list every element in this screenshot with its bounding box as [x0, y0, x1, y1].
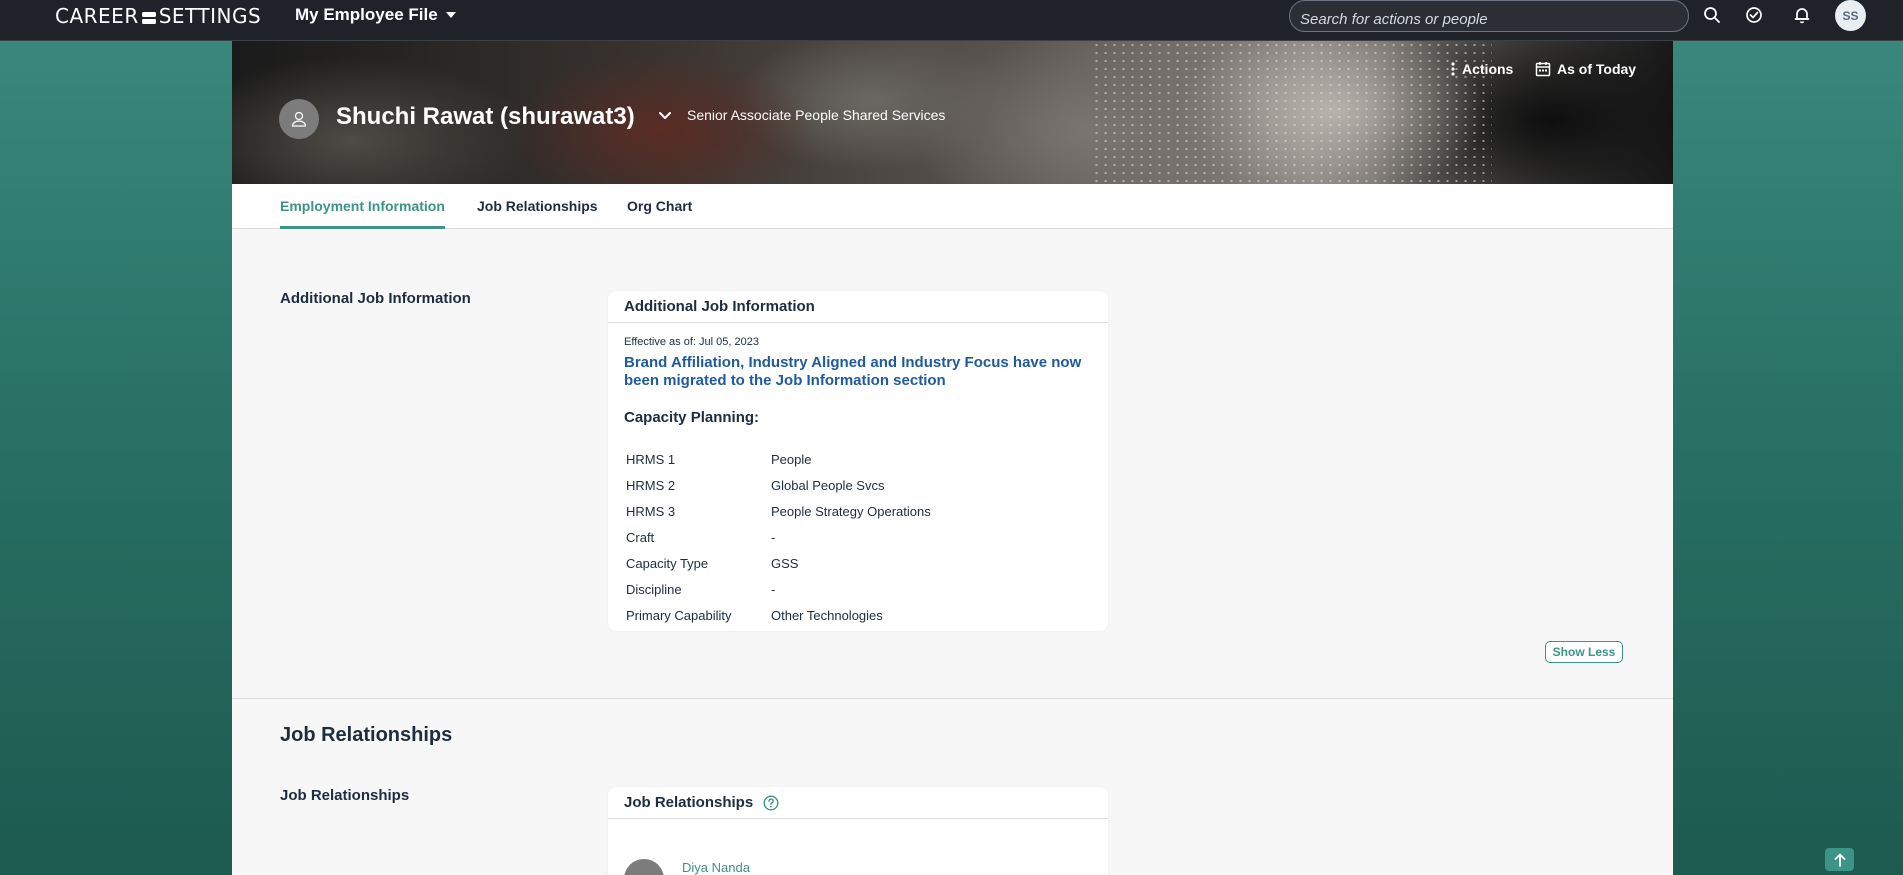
chevron-down-icon[interactable] [658, 111, 672, 121]
effective-date: Effective as of: Jul 05, 2023 [624, 336, 759, 348]
additional-job-info-section-label: Additional Job Information [280, 290, 471, 307]
brand-logo[interactable]: CAREER SETTINGS [55, 4, 261, 28]
field-value: People [771, 451, 812, 467]
card-header: Additional Job Information [608, 291, 1108, 323]
section-tabbar: Employment Information Job Relationships… [232, 184, 1673, 229]
table-row: HRMS 2 Global People Svcs [624, 472, 931, 498]
table-row: Discipline - [624, 576, 931, 602]
tab-employment-information[interactable]: Employment Information [280, 184, 445, 229]
field-label: Primary Capability [626, 607, 732, 623]
card-header: Job Relationships [608, 787, 1108, 819]
additional-job-info-card: Additional Job Information Effective as … [608, 291, 1108, 631]
capacity-planning-title: Capacity Planning: [624, 409, 760, 426]
field-value: - [771, 581, 776, 597]
field-label: HRMS 1 [626, 451, 676, 467]
employee-file-page: Actions As of Today Shuchi Rawat (shuraw… [232, 41, 1673, 875]
person-job-title: Senior Associate People Shared Services [687, 107, 946, 123]
help-icon[interactable] [763, 795, 779, 811]
as-of-today-button[interactable]: As of Today [1535, 61, 1636, 77]
job-relationships-section-label: Job Relationships [280, 787, 410, 804]
field-value: People Strategy Operations [771, 503, 931, 519]
brand-right-text: SETTINGS [158, 4, 262, 28]
tab-org-chart[interactable]: Org Chart [627, 184, 692, 229]
table-row: Craft - [624, 524, 931, 550]
capacity-planning-table: HRMS 1 People HRMS 2 Global People Svcs HR… [624, 446, 931, 628]
field-value: Other Technologies [771, 607, 883, 623]
bell-icon[interactable] [1792, 5, 1812, 25]
field-label: HRMS 3 [626, 503, 676, 519]
task-check-icon[interactable] [1744, 5, 1764, 25]
scroll-to-top-button[interactable] [1825, 848, 1854, 871]
table-row: HRMS 3 People Strategy Operations [624, 498, 931, 524]
job-relationships-heading: Job Relationships [280, 724, 453, 746]
as-of-label: As of Today [1557, 61, 1637, 77]
brand-left-text: CAREER [55, 4, 139, 28]
tab-job-relationships[interactable]: Job Relationships [477, 184, 598, 229]
card-title: Job Relationships [624, 794, 754, 811]
banner-texture [1092, 41, 1492, 184]
search-icon[interactable] [1702, 5, 1722, 25]
actions-label: Actions [1462, 61, 1514, 77]
field-label: Discipline [626, 581, 682, 597]
table-row: Primary Capability Other Technologies [624, 602, 931, 628]
more-vertical-icon [1451, 62, 1455, 76]
avatar [624, 859, 664, 875]
shell-bar: CAREER SETTINGS My Employee File SS [0, 0, 1903, 41]
show-less-button[interactable]: Show Less [1545, 641, 1623, 663]
section-divider [232, 698, 1673, 699]
card-title: Additional Job Information [624, 298, 815, 315]
caret-down-icon [445, 12, 456, 18]
person-icon [291, 111, 307, 127]
profile-header-banner: Actions As of Today Shuchi Rawat (shuraw… [232, 41, 1673, 184]
calendar-icon [1535, 62, 1551, 77]
search-input[interactable] [1289, 0, 1689, 32]
migration-notice: Brand Affiliation, Industry Aligned and … [624, 354, 1082, 389]
arrow-up-icon [1834, 853, 1845, 867]
field-value: GSS [771, 555, 799, 571]
field-label: Capacity Type [626, 555, 709, 571]
actions-button[interactable]: Actions [1450, 61, 1513, 77]
field-value: - [771, 529, 776, 545]
person-name: Shuchi Rawat (shurawat3) [336, 103, 635, 130]
job-relationships-card: Job Relationships Diya Nanda [608, 787, 1108, 875]
app-menu-label: My Employee File [295, 5, 438, 24]
brand-mark-icon [141, 12, 156, 24]
app-menu-button[interactable]: My Employee File [295, 5, 456, 25]
table-row: HRMS 1 People [624, 446, 931, 472]
field-label: Craft [626, 529, 655, 545]
table-row: Capacity Type GSS [624, 550, 931, 576]
person-avatar [279, 99, 319, 139]
user-avatar[interactable]: SS [1835, 0, 1866, 31]
field-value: Global People Svcs [771, 477, 885, 493]
field-label: HRMS 2 [626, 477, 676, 493]
relationship-person-link[interactable]: Diya Nanda [682, 860, 750, 875]
